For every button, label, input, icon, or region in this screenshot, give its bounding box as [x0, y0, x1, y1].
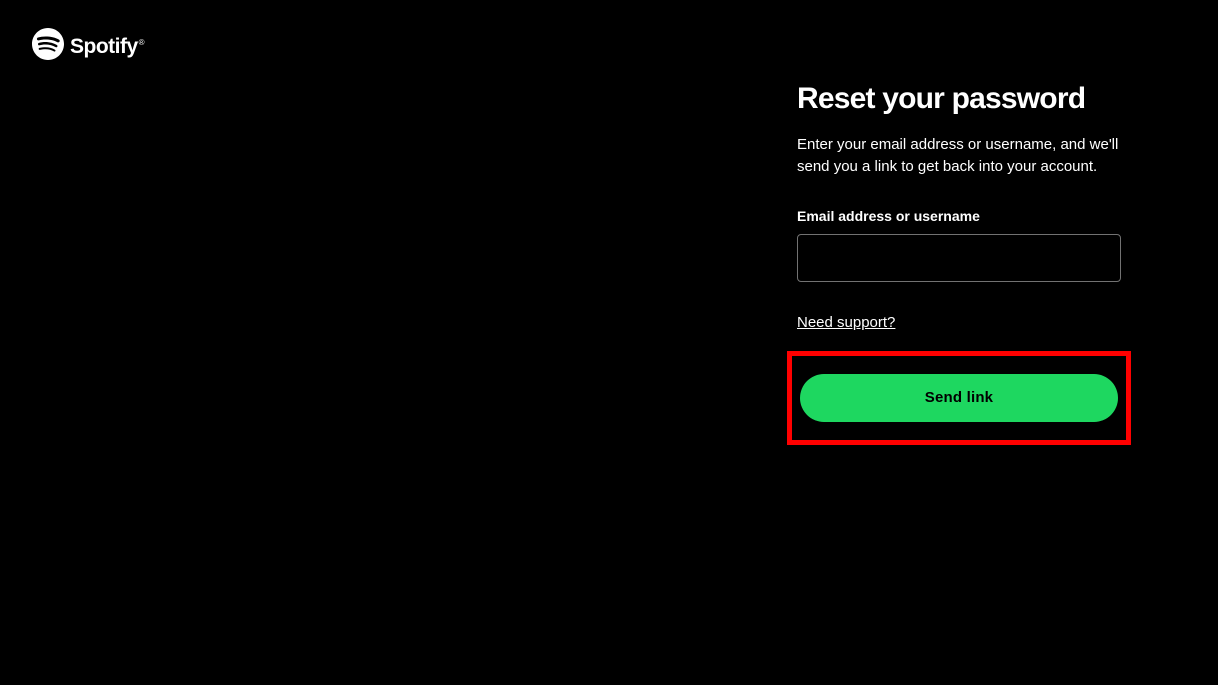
spotify-icon — [32, 28, 64, 65]
reset-password-form: Reset your password Enter your email add… — [797, 82, 1121, 445]
page-title: Reset your password — [797, 82, 1121, 116]
need-support-link[interactable]: Need support? — [797, 314, 895, 331]
annotation-highlight: Send link — [787, 351, 1131, 445]
send-link-button[interactable]: Send link — [800, 374, 1118, 422]
email-username-label: Email address or username — [797, 208, 1121, 224]
page-description: Enter your email address or username, an… — [797, 134, 1121, 178]
email-username-input[interactable] — [797, 234, 1121, 282]
brand-name: Spotify® — [70, 35, 144, 59]
brand-logo[interactable]: Spotify® — [32, 28, 144, 65]
